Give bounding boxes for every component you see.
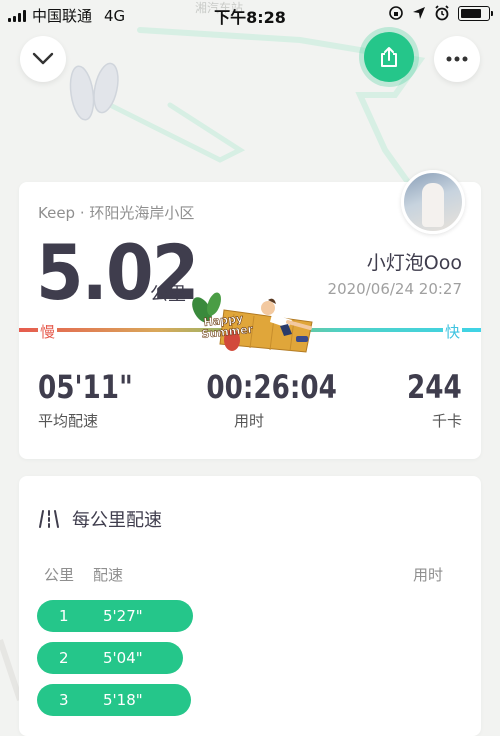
- duration-label: 用时: [233, 412, 264, 430]
- run-summary-card: Keep · 环阳光海岸小区 5.02 公里 小灯泡Ooo 2020/06/24…: [19, 170, 481, 459]
- avg-pace-label: 平均配速: [38, 412, 99, 430]
- distance-unit: 公里: [150, 284, 186, 305]
- share-icon: [381, 47, 397, 67]
- avatar[interactable]: [401, 170, 465, 234]
- happy-summer-sticker: Happy Summer: [192, 292, 313, 353]
- pace-per-km-card: 每公里配速 公里 配速 用时 1 5'27" 2 5'04" 3 5'18": [19, 476, 481, 736]
- pace-row: 3 5'18": [37, 684, 191, 716]
- duration-value: 00:26:04: [206, 368, 337, 406]
- road-icon: [39, 510, 59, 528]
- km-pace: 5'18": [103, 691, 143, 709]
- pace-section-title: 每公里配速: [72, 510, 162, 531]
- battery-icon: [458, 5, 493, 21]
- share-button[interactable]: [364, 32, 414, 82]
- pace-row: 1 5'27": [37, 600, 193, 632]
- pace-row: 2 5'04": [37, 642, 183, 674]
- slow-label: 慢: [38, 321, 58, 342]
- km-number: 3: [59, 691, 69, 709]
- calories-label: 千卡: [431, 412, 462, 430]
- stat-duration: 00:26:04 用时: [197, 368, 337, 431]
- pace-section-header: 每公里配速: [38, 506, 162, 532]
- location-text: Keep · 环阳光海岸小区: [38, 204, 195, 222]
- stat-calories: 244 千卡: [395, 368, 462, 431]
- column-header-time: 用时: [412, 566, 443, 584]
- more-dots-icon: [446, 56, 468, 62]
- km-pace: 5'04": [103, 649, 143, 667]
- fast-label: 快: [442, 321, 462, 342]
- km-number: 2: [59, 649, 69, 667]
- chevron-down-icon: [32, 52, 54, 65]
- status-bar: 中国联通 4G 下午8:28: [0, 0, 500, 28]
- alarm-icon: [435, 5, 449, 21]
- orientation-lock-icon: [389, 6, 403, 20]
- location-icon: [413, 7, 425, 19]
- username[interactable]: 小灯泡Ooo: [367, 248, 462, 275]
- back-button[interactable]: [20, 36, 66, 82]
- stat-avg-pace: 05'11" 平均配速: [38, 368, 154, 431]
- calories-value: 244: [407, 368, 462, 406]
- column-header-pace: 配速: [93, 566, 124, 584]
- run-datetime: 2020/06/24 20:27: [327, 280, 462, 298]
- more-button[interactable]: [434, 36, 480, 82]
- slippers-icon: [69, 62, 119, 121]
- avg-pace-value: 05'11": [38, 368, 133, 406]
- km-pace: 5'27": [103, 607, 143, 625]
- column-header-km: 公里: [44, 566, 75, 584]
- km-number: 1: [59, 607, 69, 625]
